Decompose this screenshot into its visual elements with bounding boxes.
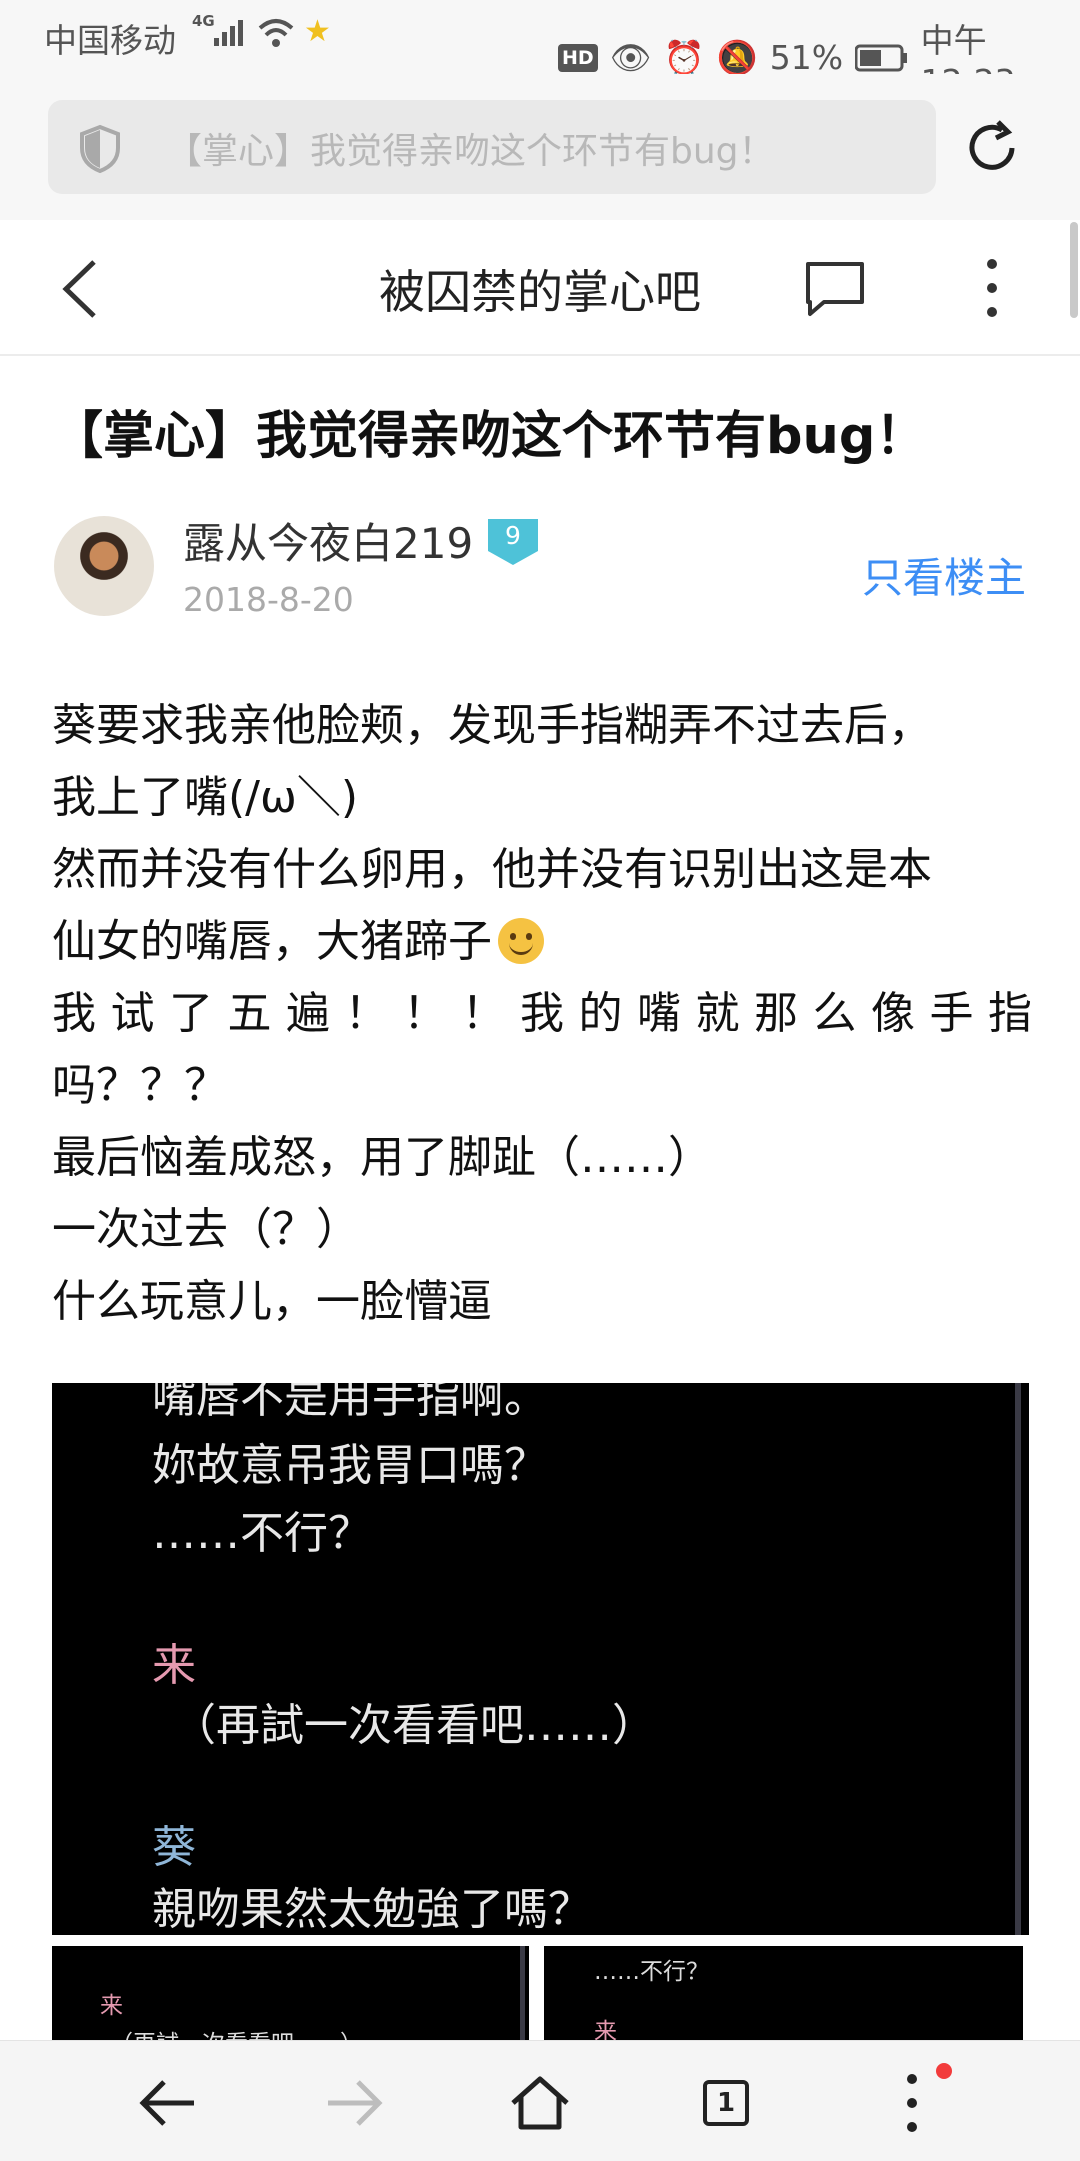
alarm-icon: ⏰ [663, 37, 705, 77]
content-line: 吗？？？ [52, 1060, 228, 1111]
home-icon [511, 2076, 569, 2130]
status-bar: 中国移动 4G ★ HD 👁 ⏰ 🔕 51% 中午12:23 [0, 0, 1080, 101]
content-line: 仙女的嘴唇，大猪蹄子 [52, 906, 1032, 978]
scrollbar[interactable] [1070, 222, 1078, 318]
post-title: 【掌心】我觉得亲吻这个环节有bug！ [52, 407, 927, 466]
battery-percent: 51% [769, 38, 844, 77]
avatar[interactable] [54, 516, 154, 616]
more-icon[interactable] [982, 256, 1002, 320]
carrier-label: 中国移动 [44, 21, 176, 60]
image-edge [1015, 1383, 1021, 1935]
content-line: 一次过去（？） [52, 1204, 360, 1255]
thumb-speaker: 来 [100, 1993, 123, 2019]
signal-icon [214, 20, 243, 46]
post-date: 2018-8-20 [183, 580, 354, 619]
message-icon[interactable] [804, 260, 866, 318]
image-text: 嘴唇不是用手指啊。 [152, 1383, 548, 1423]
content-line: 然而并没有什么卵用，他并没有识别出这是本 [52, 844, 932, 895]
image-text: 親吻果然太勉強了嗎？ [152, 1884, 592, 1935]
wifi-icon [258, 19, 294, 47]
home-button[interactable] [504, 2067, 576, 2139]
content-line: 我上了嘴(/ω＼) [52, 772, 359, 823]
image-speaker: 葵 [152, 1822, 196, 1873]
mute-icon: 🔕 [716, 37, 758, 77]
bottom-toolbar: 1 [0, 2040, 1080, 2161]
image-speaker: 来 [152, 1640, 196, 1691]
eye-icon: 👁 [609, 37, 652, 77]
image-text: 妳故意吊我胃口嗎？ [152, 1440, 548, 1491]
image-text: ……不行？ [152, 1508, 372, 1559]
back-arrow-button[interactable] [132, 2067, 204, 2139]
content-line: 葵要求我亲他脸颊，发现手指糊弄不过去后， [52, 700, 932, 751]
author-name[interactable]: 露从今夜白219 [183, 510, 473, 571]
url-text: 【掌心】我觉得亲吻这个环节有bug！ [166, 131, 775, 172]
page-header: 被囚禁的掌心吧 [0, 220, 1080, 356]
forward-arrow-button[interactable] [318, 2067, 390, 2139]
reload-icon[interactable] [964, 118, 1024, 178]
image-text: （再試一次看看吧……） [172, 1700, 656, 1751]
tabs-button[interactable]: 1 [690, 2067, 762, 2139]
content-line-text: 仙女的嘴唇，大猪蹄子 [52, 916, 492, 967]
shield-icon [80, 124, 120, 174]
smile-emoji-icon [498, 918, 544, 964]
level-number: 9 [505, 521, 521, 550]
only-op-button[interactable]: 只看楼主 [862, 544, 1026, 604]
forum-title[interactable]: 被囚禁的掌心吧 [0, 256, 1080, 322]
url-field[interactable]: 【掌心】我觉得亲吻这个环节有bug！ [48, 100, 936, 194]
notification-dot [936, 2063, 952, 2079]
menu-icon [907, 2074, 917, 2132]
level-badge: 9 [484, 517, 542, 567]
hd-icon: HD [558, 43, 598, 72]
post-content: 葵要求我亲他脸颊，发现手指糊弄不过去后， 我上了嘴(/ω＼) 然而并没有什么卵用… [52, 690, 1032, 1338]
menu-button[interactable] [876, 2067, 948, 2139]
thumb-text: ……不行？ [594, 1959, 709, 1985]
back-arrow-icon [139, 2080, 194, 2126]
post-image[interactable]: 嘴唇不是用手指啊。 妳故意吊我胃口嗎？ ……不行？ 来 （再試一次看看吧……） … [52, 1383, 1029, 1935]
content-line: 我试了五遍！！！我的嘴就那么像手指 [52, 988, 1032, 1039]
battery-icon [855, 44, 908, 71]
content-line: 什么玩意儿，一脸懵逼 [52, 1276, 492, 1327]
star-icon: ★ [304, 14, 331, 49]
forward-arrow-icon [328, 2080, 383, 2126]
content-line: 最后恼羞成怒，用了脚趾（……） [52, 1132, 712, 1183]
tab-count: 1 [703, 2080, 749, 2126]
browser-bar: 【掌心】我觉得亲吻这个环节有bug！ [0, 74, 1080, 220]
